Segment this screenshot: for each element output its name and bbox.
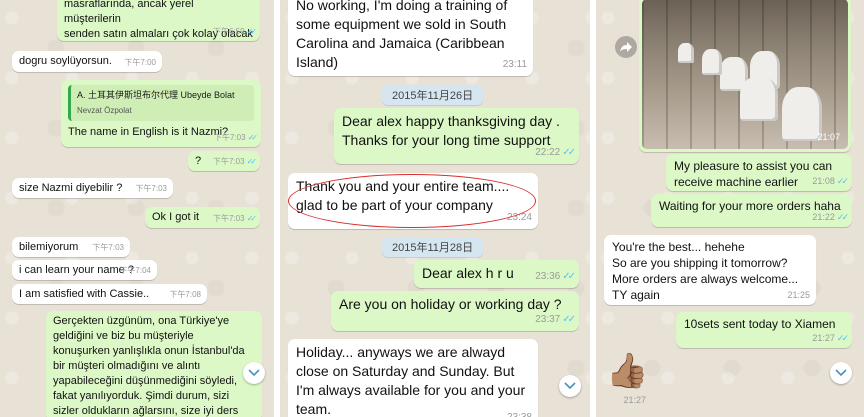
read-ticks-icon: ✓✓ [562, 271, 576, 282]
thumbs-up-icon: 👍🏽 [606, 352, 649, 390]
message-meta: 23:38 [507, 408, 532, 417]
factory-machines-photo[interactable]: 21:07 [642, 0, 848, 149]
message-meta: 23:11 [502, 59, 527, 70]
machine-shape [702, 49, 722, 75]
message-bubble[interactable]: Waiting for your more orders haha 21:22 ✓… [651, 194, 852, 227]
message-meta: 下午7:08 [169, 290, 201, 299]
message-meta: 下午6:59 ✓✓ [213, 27, 258, 36]
read-ticks-icon: ✓✓ [836, 176, 849, 186]
chat-panel-order: 21:07 My pleasure to assist you can rece… [596, 0, 864, 417]
message-bubble[interactable]: I am satisfied with Cassie.. 下午7:08 [12, 284, 207, 304]
message-text: Gerçekten üzgünüm, ona Türkiye'ye geldiğ… [53, 315, 245, 417]
message-text: No working, I'm doing a training of some… [296, 0, 508, 70]
message-meta: 23:36 ✓✓ [535, 271, 576, 282]
message-bubble[interactable]: size Nazmi diyebilir ? 下午7:03 [12, 178, 173, 198]
date-separator: 2015年11月28日 [382, 237, 484, 257]
machine-shape [740, 77, 778, 121]
forward-icon[interactable] [615, 36, 637, 58]
message-bubble[interactable]: dogru soylüyorsun. 下午7:00 [12, 51, 162, 72]
message-meta: 21:08 ✓✓ [812, 176, 849, 186]
read-ticks-icon: ✓✓ [836, 212, 849, 222]
chevron-down-icon [835, 369, 847, 377]
message-meta: 下午7:03 ✓✓ [214, 133, 259, 142]
quote-author: A. 土耳其伊斯坦布尔代理 Ubeyde Bolat [77, 90, 235, 100]
scroll-down-button[interactable] [830, 362, 852, 384]
message-meta: 21:22 ✓✓ [812, 212, 849, 222]
message-bubble[interactable]: Dear alex h r u 23:36 ✓✓ [414, 260, 579, 288]
message-meta: 下午7:03 ✓✓ [213, 214, 258, 223]
message-meta: 下午7:03 ✓✓ [213, 157, 258, 166]
message-meta: 22:22 ✓✓ [535, 147, 576, 158]
message-bubble[interactable]: Are you on holiday or working day ? 23:3… [331, 291, 579, 331]
message-bubble[interactable]: No working, I'm doing a training of some… [288, 0, 533, 76]
quoted-message[interactable]: A. 土耳其伊斯坦布尔代理 Ubeyde Bolat Nevzat Özpola… [68, 85, 254, 121]
message-text: You're the best... hehehe So are you shi… [612, 240, 799, 302]
read-ticks-icon: ✓✓ [247, 133, 259, 142]
message-meta: 下午7:00 [124, 58, 156, 67]
read-ticks-icon: ✓✓ [246, 214, 258, 223]
chat-panel-english: No working, I'm doing a training of some… [280, 0, 590, 417]
scroll-down-button[interactable] [559, 375, 581, 397]
message-bubble[interactable]: Gerçekten üzgünüm, ona Türkiye'ye geldiğ… [46, 311, 262, 417]
scroll-down-button[interactable] [243, 362, 265, 384]
message-bubble[interactable]: masraflarında, ancak yerel müşterilerin … [57, 0, 260, 41]
message-bubble[interactable]: i can learn your name ? 下午7:04 [12, 260, 157, 280]
read-ticks-icon: ✓✓ [562, 314, 576, 325]
chevron-down-icon [564, 382, 576, 390]
message-bubble[interactable]: Ok I got it 下午7:03 ✓✓ [145, 207, 260, 228]
message-meta: 下午7:03 [92, 243, 124, 252]
chevron-down-icon [248, 369, 260, 377]
message-bubble[interactable]: Holiday... anyways we are alwayd close o… [288, 339, 538, 417]
message-meta: 23:37 ✓✓ [535, 314, 576, 325]
image-message[interactable]: 21:07 [639, 0, 851, 152]
read-ticks-icon: ✓✓ [836, 333, 849, 343]
read-ticks-icon: ✓✓ [562, 147, 576, 158]
machine-shape [782, 87, 822, 141]
message-meta: 21:27 [623, 395, 646, 405]
message-bubble[interactable]: bilemiyorum 下午7:03 [12, 237, 130, 257]
machine-shape [678, 43, 694, 63]
message-meta: 21:25 [787, 290, 810, 300]
message-bubble[interactable]: ? 下午7:03 ✓✓ [188, 151, 260, 171]
message-meta: 下午7:03 [135, 184, 167, 193]
quote-text: Nevzat Özpolat [77, 106, 132, 115]
message-meta: 下午7:04 [119, 266, 151, 275]
read-ticks-icon: ✓✓ [246, 27, 258, 36]
message-meta: 21:27 ✓✓ [812, 333, 849, 343]
message-bubble-with-quote[interactable]: A. 土耳其伊斯坦布尔代理 Ubeyde Bolat Nevzat Özpola… [61, 80, 261, 147]
message-bubble[interactable]: You're the best... hehehe So are you shi… [604, 235, 816, 305]
red-highlight-circle [288, 174, 536, 228]
date-separator: 2015年11月26日 [382, 85, 484, 105]
message-bubble[interactable]: My pleasure to assist you can receive ma… [666, 154, 852, 191]
sticker-message[interactable]: 👍🏽 21:27 [604, 352, 654, 412]
message-text: Holiday... anyways we are alwayd close o… [296, 344, 526, 417]
message-meta: 21:07 [817, 132, 840, 142]
chat-panel-turkish: masraflarında, ancak yerel müşterilerin … [0, 0, 274, 417]
read-ticks-icon: ✓✓ [246, 157, 258, 166]
message-bubble[interactable]: 10sets sent today to Xiamen 21:27 ✓✓ [676, 312, 852, 348]
message-bubble[interactable]: Dear alex happy thanksgiving day . Thank… [334, 108, 579, 164]
